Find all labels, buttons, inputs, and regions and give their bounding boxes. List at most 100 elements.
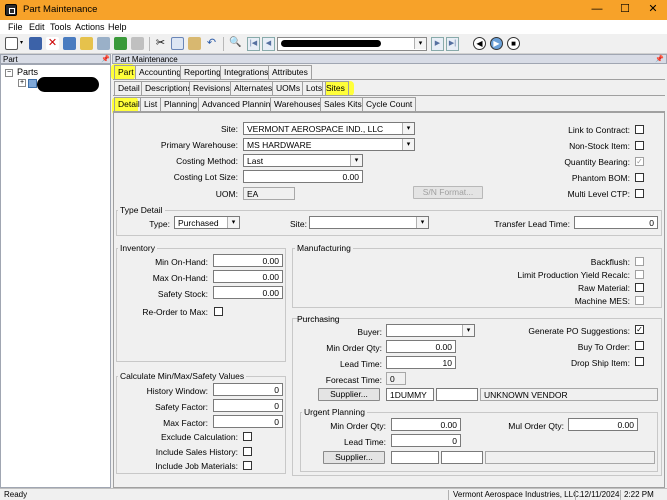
type-site-combo[interactable] bbox=[309, 216, 429, 229]
history-window-field[interactable]: 0 bbox=[213, 383, 283, 396]
chevron-down-icon[interactable]: ▾ bbox=[402, 123, 414, 134]
generate-po-suggestions-checkbox[interactable]: ✓ bbox=[635, 325, 644, 334]
chevron-down-icon[interactable]: ▾ bbox=[416, 217, 428, 228]
chevron-down-icon[interactable]: ▾ bbox=[350, 155, 362, 166]
urgent-min-order-qty-field[interactable]: 0.00 bbox=[391, 418, 461, 431]
urgent-supplier-extra-field[interactable] bbox=[441, 451, 483, 464]
find-icon[interactable]: 🔍 bbox=[229, 37, 242, 50]
costing-lot-size-field[interactable]: 0.00 bbox=[243, 170, 363, 183]
min-on-hand-field[interactable]: 0.00 bbox=[213, 254, 283, 267]
mul-order-qty-field[interactable]: 0.00 bbox=[568, 418, 638, 431]
drop-ship-item-checkbox[interactable] bbox=[635, 357, 644, 366]
refresh-icon[interactable] bbox=[114, 37, 127, 50]
transfer-lead-time-field[interactable]: 0 bbox=[574, 216, 658, 229]
reorder-to-max-checkbox[interactable] bbox=[214, 307, 223, 316]
redacted-part[interactable] bbox=[37, 77, 99, 92]
urgent-lead-time-label: Lead Time: bbox=[343, 437, 386, 447]
tab-revisions[interactable]: Revisions bbox=[189, 81, 234, 95]
exclude-calculation-checkbox[interactable] bbox=[243, 432, 252, 441]
tab-alternates[interactable]: Alternates bbox=[230, 81, 277, 95]
open-icon[interactable] bbox=[80, 37, 93, 50]
include-sales-history-checkbox[interactable] bbox=[243, 447, 252, 456]
tab-attributes[interactable]: Attributes bbox=[268, 65, 312, 79]
costing-method-combo[interactable]: Last bbox=[243, 154, 363, 167]
supplier-id-field[interactable]: 1DUMMY bbox=[386, 388, 434, 401]
supplier-button[interactable]: Supplier... bbox=[318, 388, 380, 401]
quantity-bearing-checkbox[interactable]: ✓ bbox=[635, 157, 644, 166]
multi-level-ctp-checkbox[interactable] bbox=[635, 189, 644, 198]
tab-accounting[interactable]: Accounting bbox=[135, 65, 186, 79]
tab-sites[interactable]: Sites bbox=[322, 81, 349, 95]
urgent-lead-time-field[interactable]: 0 bbox=[391, 434, 461, 447]
close-button[interactable]: ✕ bbox=[639, 0, 667, 20]
buy-to-order-checkbox[interactable] bbox=[635, 341, 644, 350]
chevron-down-icon[interactable]: ▾ bbox=[402, 139, 414, 150]
pin-icon[interactable]: 📌 bbox=[101, 55, 110, 63]
tab-detail[interactable]: Detail bbox=[114, 81, 144, 95]
tree-root-parts[interactable]: Parts bbox=[17, 67, 38, 77]
supplier-extra-field[interactable] bbox=[436, 388, 478, 401]
backflush-checkbox[interactable] bbox=[635, 257, 644, 266]
new-dropdown-icon[interactable]: ▾ bbox=[20, 37, 26, 50]
link-to-contract-checkbox[interactable] bbox=[635, 125, 644, 134]
tab-planning[interactable]: Planning bbox=[160, 97, 202, 111]
chevron-down-icon[interactable]: ▾ bbox=[414, 38, 426, 49]
last-record-button[interactable]: ▶| bbox=[446, 37, 459, 51]
new-icon[interactable] bbox=[5, 37, 18, 50]
attach-icon[interactable] bbox=[131, 37, 144, 50]
maximize-button[interactable]: ☐ bbox=[611, 0, 639, 20]
safety-stock-field[interactable]: 0.00 bbox=[213, 286, 283, 299]
tab-sales-kits[interactable]: Sales Kits bbox=[320, 97, 366, 111]
site-combo[interactable]: VERMONT AEROSPACE IND., LLC bbox=[243, 122, 415, 135]
tab-cycle-count[interactable]: Cycle Count bbox=[362, 97, 417, 111]
tab-uoms[interactable]: UOMs bbox=[272, 81, 305, 95]
non-stock-item-checkbox[interactable] bbox=[635, 141, 644, 150]
collapse-icon[interactable]: − bbox=[5, 69, 13, 77]
sn-format-button[interactable]: S/N Format... bbox=[413, 186, 483, 199]
min-order-qty-field[interactable]: 0.00 bbox=[386, 340, 456, 353]
expand-icon[interactable]: + bbox=[18, 79, 26, 87]
forward-button[interactable]: ▶ bbox=[490, 37, 503, 50]
max-factor-field[interactable]: 0 bbox=[213, 415, 283, 428]
pin-icon[interactable]: 📌 bbox=[655, 55, 664, 63]
tab-warehouses[interactable]: Warehouses bbox=[270, 97, 326, 111]
save-icon[interactable] bbox=[29, 37, 42, 50]
safety-factor-field[interactable]: 0 bbox=[213, 399, 283, 412]
copy-icon[interactable] bbox=[171, 37, 184, 50]
paste-icon[interactable] bbox=[188, 37, 201, 50]
prev-record-button[interactable]: ◀ bbox=[262, 37, 275, 51]
menu-help[interactable]: Help bbox=[108, 22, 127, 32]
next-record-button[interactable]: ▶ bbox=[431, 37, 444, 51]
tab-integrations[interactable]: Integrations bbox=[220, 65, 273, 79]
phantom-bom-checkbox[interactable] bbox=[635, 173, 644, 182]
first-record-button[interactable]: |◀ bbox=[247, 37, 260, 51]
delete-icon[interactable]: ✕ bbox=[46, 37, 59, 50]
window-title: Part Maintenance bbox=[23, 4, 98, 15]
primary-warehouse-combo[interactable]: MS HARDWARE bbox=[243, 138, 415, 151]
cut-icon[interactable]: ✂ bbox=[154, 37, 167, 50]
stop-button[interactable]: ■ bbox=[507, 37, 520, 50]
machine-mes-checkbox[interactable] bbox=[635, 296, 644, 305]
tab-list[interactable]: List bbox=[140, 97, 162, 111]
back-button[interactable]: ◀ bbox=[473, 37, 486, 50]
lead-time-field[interactable]: 10 bbox=[386, 356, 456, 369]
chevron-down-icon[interactable]: ▾ bbox=[462, 325, 474, 336]
menu-tools[interactable]: Tools bbox=[50, 22, 71, 32]
urgent-supplier-id-field[interactable] bbox=[391, 451, 439, 464]
tab-descriptions[interactable]: Descriptions bbox=[141, 81, 196, 95]
undo-icon[interactable]: ↶ bbox=[205, 37, 218, 50]
tab-advanced-planning[interactable]: Advanced Planning bbox=[198, 97, 280, 111]
include-job-materials-checkbox[interactable] bbox=[243, 461, 252, 470]
tab-reporting[interactable]: Reporting bbox=[180, 65, 225, 79]
grid-icon[interactable] bbox=[63, 37, 76, 50]
menu-file[interactable]: File bbox=[8, 22, 23, 32]
limit-production-yield-checkbox[interactable] bbox=[635, 270, 644, 279]
max-on-hand-field[interactable]: 0.00 bbox=[213, 270, 283, 283]
minimize-button[interactable]: — bbox=[583, 0, 611, 20]
raw-material-checkbox[interactable] bbox=[635, 283, 644, 292]
menu-edit[interactable]: Edit bbox=[29, 22, 45, 32]
menu-actions[interactable]: Actions bbox=[75, 22, 105, 32]
print-icon[interactable] bbox=[97, 37, 110, 50]
chevron-down-icon[interactable]: ▾ bbox=[227, 217, 239, 228]
urgent-supplier-button[interactable]: Supplier... bbox=[323, 451, 385, 464]
